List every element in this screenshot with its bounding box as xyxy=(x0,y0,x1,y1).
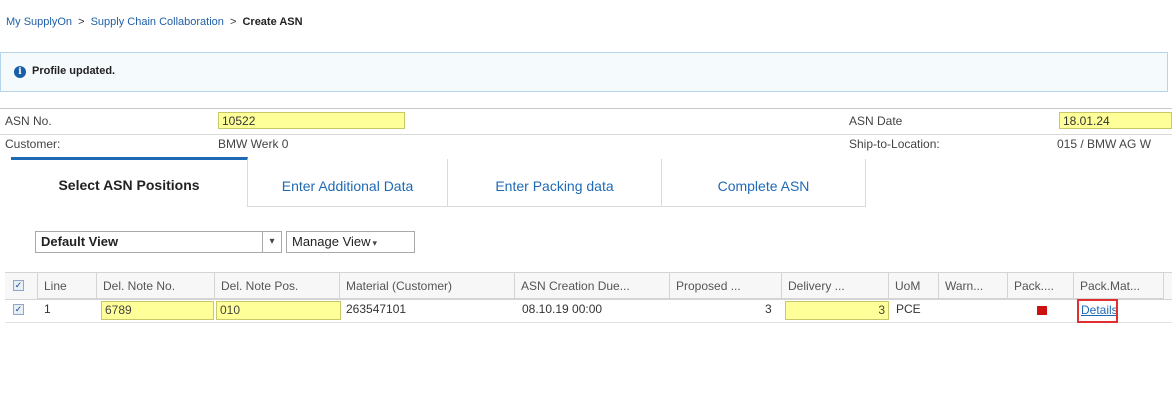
notice-message: Profile updated. xyxy=(32,65,116,77)
breadcrumb: My SupplyOn > Supply Chain Collaboration… xyxy=(6,16,303,28)
col-delivery[interactable]: Delivery ... xyxy=(782,273,889,299)
col-pack-mat[interactable]: Pack.Mat... xyxy=(1074,273,1164,299)
ship-to-label: Ship-to-Location: xyxy=(849,137,940,151)
cell-uom: PCE xyxy=(896,302,921,316)
manage-view-button[interactable]: Manage View ▾ xyxy=(286,231,415,253)
cell-asn-creation-due: 08.10.19 00:00 xyxy=(522,302,603,316)
view-select[interactable]: Default View ▾ xyxy=(35,231,282,253)
del-note-pos-field[interactable]: 010 xyxy=(216,301,341,320)
view-select-value: Default View xyxy=(41,234,119,249)
col-asn-creation-due[interactable]: ASN Creation Due... xyxy=(515,273,670,299)
cell-line: 1 xyxy=(44,302,51,316)
col-warn[interactable]: Warn... xyxy=(939,273,1008,299)
customer-value: BMW Werk 0 xyxy=(218,137,289,151)
tab-bar: Select ASN Positions Enter Additional Da… xyxy=(11,155,866,207)
col-del-note-no[interactable]: Del. Note No. xyxy=(97,273,215,299)
asn-date-label: ASN Date xyxy=(849,114,903,128)
tab-enter-additional-data[interactable]: Enter Additional Data xyxy=(248,159,448,207)
breadcrumb-separator: > xyxy=(78,16,85,28)
highlight-box xyxy=(1077,299,1118,323)
select-all-cell: ✓ xyxy=(5,273,38,299)
select-all-checkbox[interactable]: ✓ xyxy=(13,280,24,291)
col-del-note-pos[interactable]: Del. Note Pos. xyxy=(215,273,340,299)
breadcrumb-supply-chain-collaboration[interactable]: Supply Chain Collaboration xyxy=(91,16,224,28)
delivery-qty-field[interactable]: 3 xyxy=(785,301,889,320)
asn-header-row: ASN No. 10522 ASN Date 18.01.24 xyxy=(0,108,1172,135)
tab-select-asn-positions[interactable]: Select ASN Positions xyxy=(11,157,248,207)
breadcrumb-my-supplyon[interactable]: My SupplyOn xyxy=(6,16,72,28)
tab-complete-asn[interactable]: Complete ASN xyxy=(662,159,866,207)
table-row: ✓ 1 6789 010 263547101 08.10.19 00:00 3 … xyxy=(5,298,1172,323)
ship-to-value: 015 / BMW AG W xyxy=(1057,137,1152,151)
col-material-customer[interactable]: Material (Customer) xyxy=(340,273,515,299)
del-note-no-field[interactable]: 6789 xyxy=(101,301,214,320)
cell-proposed: 3 xyxy=(765,302,772,316)
col-line[interactable]: Line xyxy=(38,273,97,299)
manage-view-label: Manage View xyxy=(292,234,371,249)
pack-status-indicator xyxy=(1037,306,1047,315)
tab-enter-packing-data[interactable]: Enter Packing data xyxy=(448,159,662,207)
customer-label: Customer: xyxy=(5,137,61,151)
cell-material: 263547101 xyxy=(346,302,407,316)
col-proposed[interactable]: Proposed ... xyxy=(670,273,782,299)
asn-date-field[interactable]: 18.01.24 xyxy=(1059,112,1172,129)
col-uom[interactable]: UoM xyxy=(889,273,939,299)
col-pack[interactable]: Pack.... xyxy=(1008,273,1074,299)
caret-down-icon: ▾ xyxy=(372,238,378,248)
asn-no-label: ASN No. xyxy=(5,114,52,128)
status-notice: i Profile updated. xyxy=(0,52,1168,92)
breadcrumb-current: Create ASN xyxy=(242,16,303,28)
row-checkbox[interactable]: ✓ xyxy=(13,304,24,315)
chevron-down-icon[interactable]: ▾ xyxy=(262,232,281,252)
info-icon: i xyxy=(14,66,26,78)
breadcrumb-separator: > xyxy=(229,16,237,28)
asn-no-field[interactable]: 10522 xyxy=(218,112,405,129)
table-header: ✓ Line Del. Note No. Del. Note Pos. Mate… xyxy=(5,272,1172,300)
